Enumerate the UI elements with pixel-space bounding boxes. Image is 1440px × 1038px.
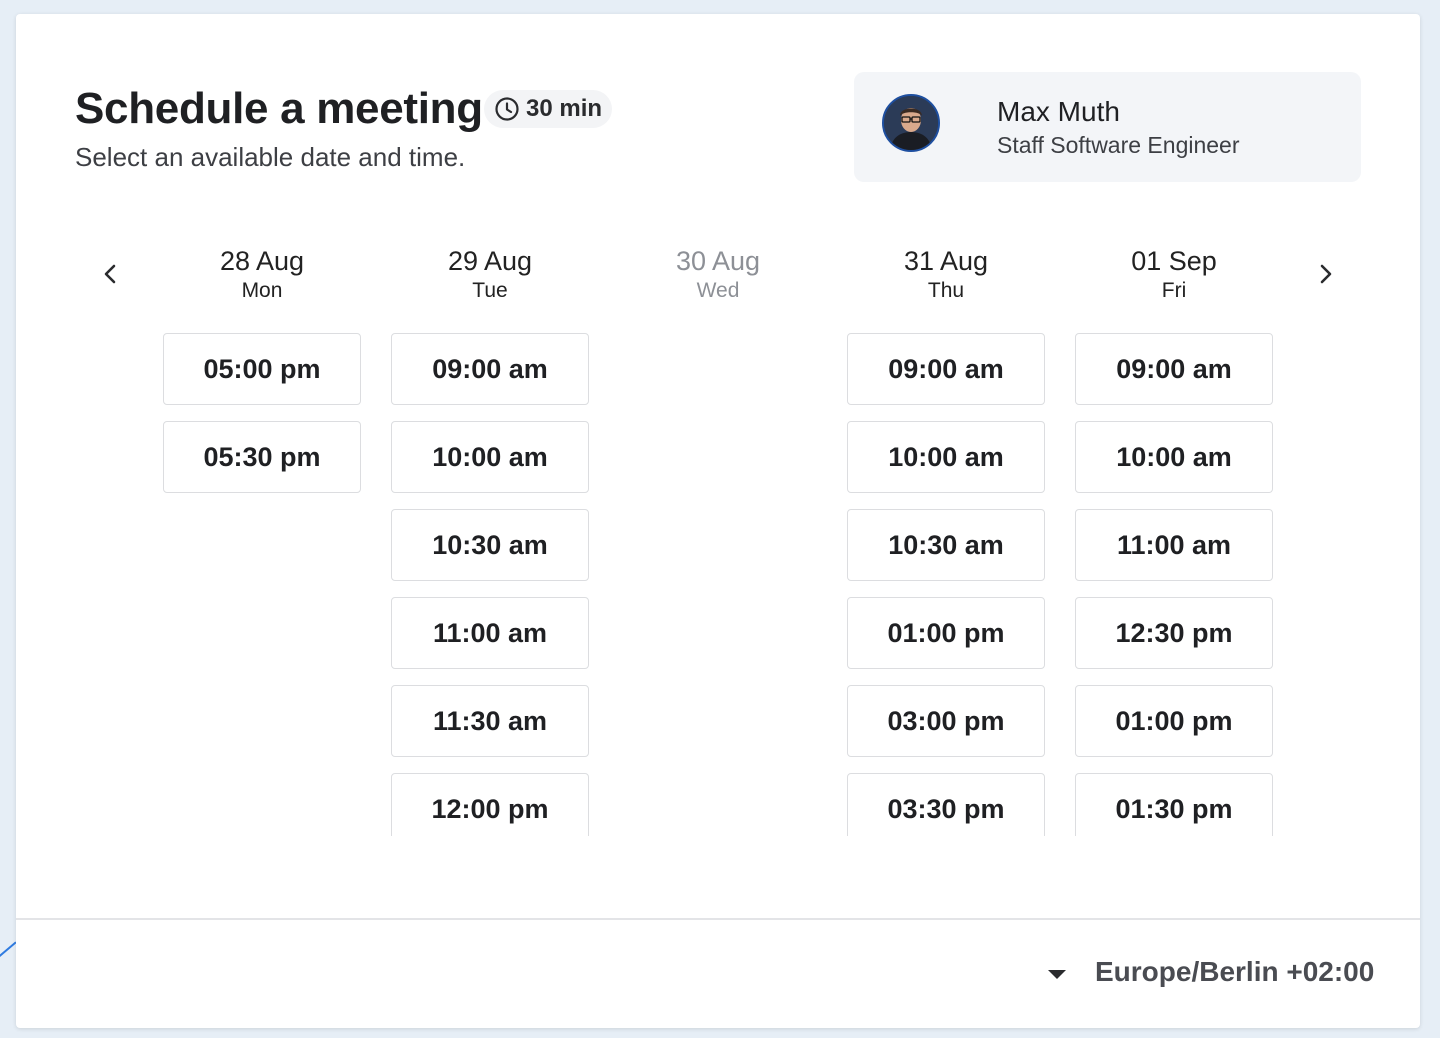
- background-decoration: [0, 941, 17, 960]
- time-slot-button[interactable]: 10:00 am: [1075, 421, 1273, 493]
- time-slot-button[interactable]: 10:00 am: [391, 421, 589, 493]
- day-column: 31 Aug Thu 09:00 am 10:00 am 10:30 am 01:00 p…: [847, 246, 1045, 836]
- day-date: 01 Sep: [1131, 246, 1217, 276]
- time-slot-button[interactable]: 01:30 pm: [1075, 773, 1273, 836]
- time-slot-button[interactable]: 10:00 am: [847, 421, 1045, 493]
- time-slot-button[interactable]: 10:30 am: [847, 509, 1045, 581]
- day-weekday: Tue: [472, 279, 508, 302]
- day-header: 28 Aug Mon: [163, 246, 361, 336]
- day-weekday: Thu: [927, 279, 965, 302]
- time-slot-button[interactable]: 11:00 am: [1075, 509, 1273, 581]
- day-header: 31 Aug Thu: [847, 246, 1045, 336]
- duration-label: 30 min: [526, 95, 603, 122]
- slot-list: 09:00 am 10:00 am 10:30 am 01:00 pm 03:00 pm…: [847, 333, 1045, 836]
- duration-badge: 30 min: [484, 90, 613, 128]
- slot-list: 09:00 am 10:00 am 11:00 am 12:30 pm 01:00 pm…: [1075, 333, 1273, 836]
- time-slot-button[interactable]: 03:30 pm: [847, 773, 1045, 836]
- previous-week-button[interactable]: [93, 258, 129, 294]
- clock-icon: [494, 96, 520, 122]
- host-card: Max Muth Staff Software Engineer: [854, 72, 1361, 182]
- time-slot-button[interactable]: 09:00 am: [847, 333, 1045, 405]
- time-slot-button[interactable]: 10:30 am: [391, 509, 589, 581]
- chevron-right-icon: [1315, 262, 1335, 291]
- time-slot-button[interactable]: 11:00 am: [391, 597, 589, 669]
- day-weekday: Wed: [696, 279, 740, 302]
- scheduler-card: Schedule a meeting 30 min Select an avai…: [16, 14, 1420, 1028]
- time-slot-button[interactable]: 12:00 pm: [391, 773, 589, 836]
- timezone-label: Europe/Berlin +02:00: [1095, 956, 1375, 987]
- day-column: 29 Aug Tue 09:00 am 10:00 am 10:30 am 11:00 a…: [391, 246, 589, 836]
- page-subtitle: Select an available date and time.: [75, 142, 466, 172]
- day-date: 30 Aug: [675, 246, 761, 276]
- slot-list: 09:00 am 10:00 am 10:30 am 11:00 am 11:30 am…: [391, 333, 589, 836]
- time-slot-button[interactable]: 12:30 pm: [1075, 597, 1273, 669]
- day-column: 01 Sep Fri 09:00 am 10:00 am 11:00 am 12:30 p…: [1075, 246, 1273, 836]
- day-date: 28 Aug: [219, 246, 305, 276]
- footer-divider: [16, 918, 1420, 920]
- day-column: 28 Aug Mon 05:00 pm 05:30 pm: [163, 246, 361, 493]
- time-slot-button[interactable]: 09:00 am: [1075, 333, 1273, 405]
- day-weekday: Fri: [1161, 279, 1187, 302]
- day-date: 29 Aug: [447, 246, 533, 276]
- day-header: 30 Aug Wed: [619, 246, 817, 336]
- day-date: 31 Aug: [903, 246, 989, 276]
- avatar: [882, 94, 940, 152]
- time-slot-button[interactable]: 09:00 am: [391, 333, 589, 405]
- time-slot-button[interactable]: 05:00 pm: [163, 333, 361, 405]
- day-weekday: Mon: [241, 279, 283, 302]
- next-week-button[interactable]: [1307, 258, 1343, 294]
- time-slot-button[interactable]: 01:00 pm: [1075, 685, 1273, 757]
- day-header: 29 Aug Tue: [391, 246, 589, 336]
- day-header: 01 Sep Fri: [1075, 246, 1273, 336]
- time-slot-button[interactable]: 11:30 am: [391, 685, 589, 757]
- time-slot-button[interactable]: 05:30 pm: [163, 421, 361, 493]
- slot-list: [619, 333, 817, 836]
- slot-list: 05:00 pm 05:30 pm: [163, 333, 361, 836]
- page-title: Schedule a meeting: [75, 84, 483, 133]
- time-slot-button[interactable]: 03:00 pm: [847, 685, 1045, 757]
- day-column: 30 Aug Wed: [619, 246, 817, 336]
- host-name: Max Muth: [997, 96, 1120, 127]
- chevron-left-icon: [101, 262, 121, 291]
- host-role: Staff Software Engineer: [997, 132, 1240, 158]
- caret-down-icon: [1048, 970, 1066, 979]
- time-slot-button[interactable]: 01:00 pm: [847, 597, 1045, 669]
